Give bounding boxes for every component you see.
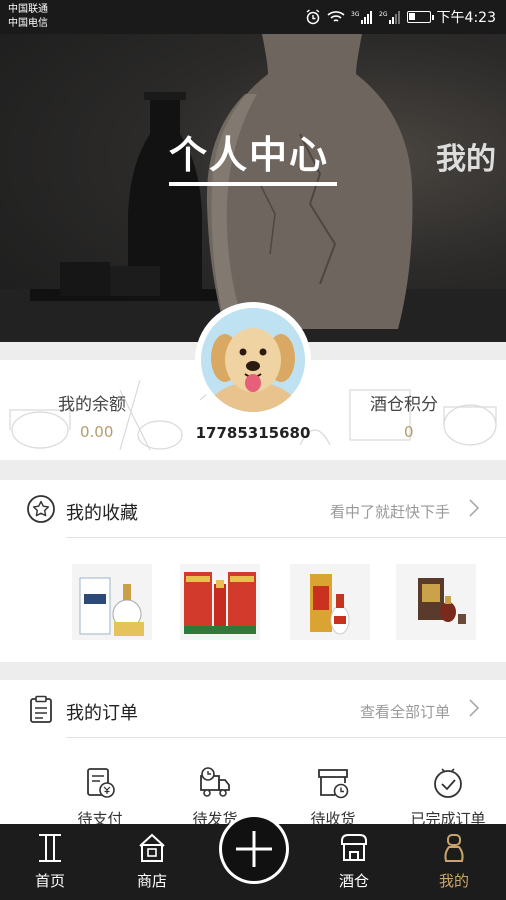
plus-icon <box>236 831 272 867</box>
signal-2g-icon: 2G <box>379 11 400 24</box>
product-item[interactable] <box>290 564 370 640</box>
home-i-icon <box>39 834 61 862</box>
tab-store[interactable]: 商店 <box>112 832 192 891</box>
status-right: 3G 2G 下午4:23 <box>305 7 496 27</box>
svg-text:2G: 2G <box>379 11 388 18</box>
tab-cellar-label: 酒仓 <box>338 872 369 890</box>
product-image <box>290 564 370 640</box>
chevron-right-icon[interactable] <box>468 698 480 718</box>
product-image <box>72 564 152 640</box>
store-icon <box>139 833 165 862</box>
avatar-dog-image <box>201 308 305 412</box>
favorites-header[interactable]: 我的收藏 看中了就赶快下手 <box>0 480 506 538</box>
tab-home[interactable]: 首页 <box>10 832 90 891</box>
title-underline <box>169 182 337 186</box>
hero-background-image <box>0 34 506 342</box>
carrier-1: 中国联通 <box>8 4 48 15</box>
chevron-right-icon[interactable] <box>468 498 480 518</box>
favorites-section: 我的收藏 看中了就赶快下手 <box>0 480 506 662</box>
user-icon <box>444 834 464 862</box>
balance-label[interactable]: 我的余额 <box>58 390 126 415</box>
product-item[interactable] <box>72 564 152 640</box>
favorites-title: 我的收藏 <box>66 503 138 524</box>
box-clock-icon <box>318 769 349 799</box>
order-pending-receipt[interactable]: 待收货 <box>278 766 388 829</box>
tab-mine-label: 我的 <box>438 872 469 890</box>
points-label[interactable]: 酒仓积分 <box>370 390 438 415</box>
product-image <box>396 564 476 640</box>
center-add-button[interactable] <box>219 814 289 884</box>
signal-3g-icon: 3G <box>351 11 372 24</box>
orders-hint[interactable]: 查看全部订单 <box>360 701 450 722</box>
product-image <box>180 564 260 640</box>
page-title: 个人中心 <box>169 133 330 177</box>
alarm-icon <box>306 9 319 25</box>
product-item[interactable] <box>180 564 260 640</box>
divider <box>66 737 506 738</box>
points-value[interactable]: 0 <box>404 423 414 441</box>
order-pending-payment[interactable]: 待支付 <box>45 766 155 829</box>
tab-cellar[interactable]: 酒仓 <box>314 832 394 891</box>
hero-banner: 个人中心 我的 <box>0 34 506 342</box>
warehouse-icon <box>341 834 367 861</box>
avatar[interactable] <box>195 302 311 418</box>
tab-mine[interactable]: 我的 <box>414 832 494 891</box>
clipboard-icon <box>30 695 52 723</box>
truck-icon <box>200 767 230 797</box>
tab-store-label: 商店 <box>136 872 167 890</box>
orders-title: 我的订单 <box>66 703 138 724</box>
status-bar: 中国联通 中国电信 3G 2G 下午4:23 <box>0 0 506 34</box>
user-phone: 17785315680 <box>195 424 311 442</box>
divider <box>66 537 506 538</box>
star-icon <box>27 495 55 523</box>
product-item[interactable] <box>396 564 476 640</box>
status-time: 下午4:23 <box>436 10 496 26</box>
carrier-info: 中国联通 中国电信 <box>8 3 48 31</box>
tab-home-label: 首页 <box>34 872 65 890</box>
carrier-2: 中国电信 <box>8 18 48 29</box>
order-completed[interactable]: 已完成订单 <box>393 766 503 829</box>
favorites-hint[interactable]: 看中了就赶快下手 <box>330 501 450 522</box>
favorites-products <box>0 564 506 642</box>
orders-section: 我的订单 查看全部订单 待支付 待发货 待收货 已完成订单 <box>0 680 506 830</box>
pay-icon <box>87 768 115 798</box>
check-icon <box>434 768 462 798</box>
wifi-icon <box>327 11 345 22</box>
next-page-title: 我的 <box>436 142 496 177</box>
svg-text:3G: 3G <box>351 11 360 18</box>
orders-header[interactable]: 我的订单 查看全部订单 <box>0 680 506 738</box>
page: 中国联通 中国电信 3G 2G 下午4:23 个人中心 我的 我的余额 0.00… <box>0 0 506 900</box>
battery-icon <box>406 11 434 23</box>
